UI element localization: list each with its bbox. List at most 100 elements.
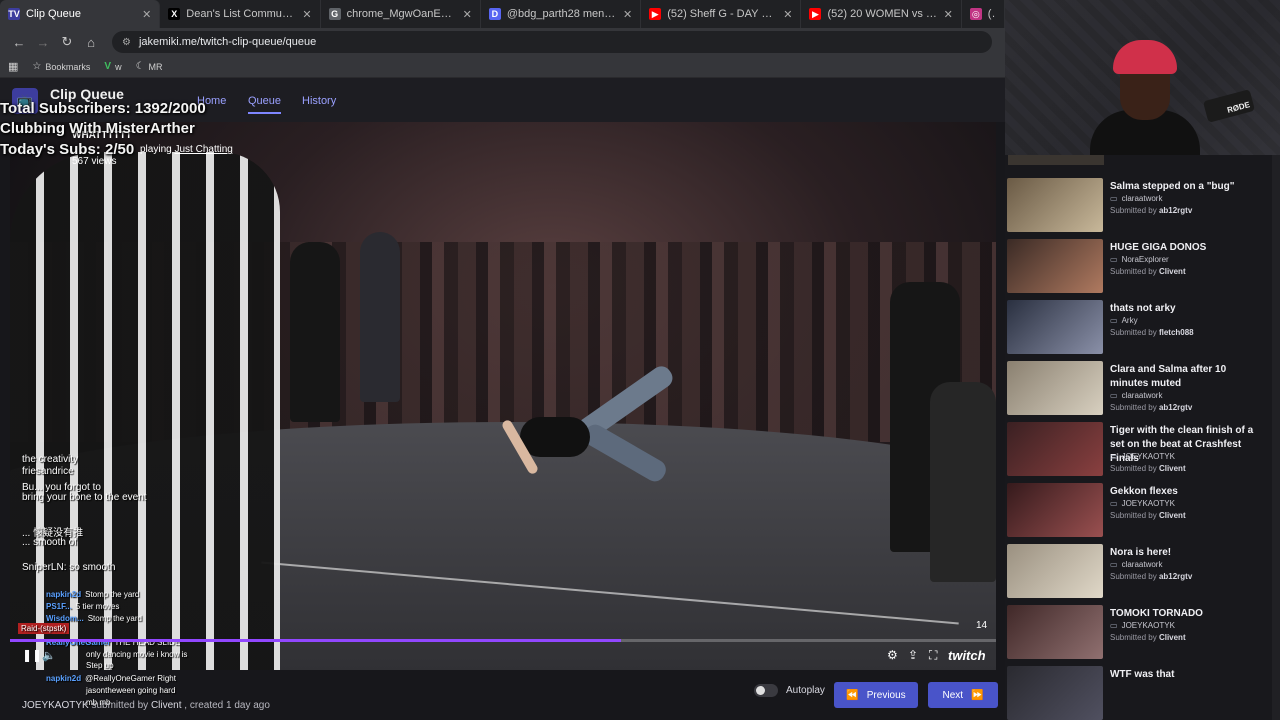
queue-item-submitter: Submitted by Clivent	[1110, 633, 1186, 642]
close-tab-icon[interactable]: ✕	[944, 8, 953, 21]
chat-bubble-icon: ▭	[1110, 391, 1118, 400]
close-tab-icon[interactable]: ✕	[783, 8, 792, 21]
queue-scrollbar[interactable]	[1272, 155, 1280, 720]
clip-queue-list: Salma stepped on a "bug" ▭ claraatwork Subm…	[1005, 155, 1280, 720]
bookmark-item[interactable]: ☆ Bookmarks	[32, 61, 90, 72]
queue-thumbnail[interactable]	[1007, 239, 1103, 293]
queue-item-title: HUGE GIGA DONOS	[1110, 242, 1207, 253]
queue-thumbnail[interactable]	[1007, 666, 1103, 720]
queue-item[interactable]: Gekkon flexes ▭ JOEYKAOTYK Submitted by Cli…	[1007, 483, 1272, 541]
nav-queue[interactable]: Queue	[248, 95, 282, 114]
queue-item[interactable]: Nora is here! ▭ claraatwork Submitted by ab…	[1007, 544, 1272, 602]
browser-toolbar: ← → ↻ ⌂ ⚙ jakemiki.me/twitch-clip-queue/…	[0, 28, 1005, 56]
chat-bubble-icon: ▭	[1110, 255, 1118, 264]
queue-item[interactable]: HUGE GIGA DONOS ▭ NoraExplorer Submitted by…	[1007, 239, 1272, 297]
queue-item-title: thats not arky	[1110, 303, 1176, 314]
chat-text: Stomp the yard	[85, 590, 140, 599]
chat-text: @ReallyOneGamer Right	[85, 674, 176, 683]
queue-item[interactable]: Tiger with the clean finish of a set on …	[1007, 422, 1272, 480]
queue-thumbnail[interactable]	[1007, 483, 1103, 537]
tab-title: (52) Sheff G - DAY N NITE Free	[667, 8, 777, 20]
close-tab-icon[interactable]: ✕	[623, 8, 632, 21]
chat-message: only dancing movie i know is	[86, 650, 187, 659]
fullscreen-icon[interactable]: ⛶	[929, 648, 937, 663]
chat-message: friesandrice	[22, 466, 74, 477]
queue-thumbnail[interactable]	[1007, 544, 1103, 598]
browser-tab[interactable]: Gchrome_MgwOanE3w5.png (42 ✕	[321, 0, 481, 28]
category-link[interactable]: Just Chatting	[174, 144, 232, 155]
queue-item-channel: ▭ claraatwork	[1110, 391, 1163, 400]
star-icon: ☆	[32, 61, 42, 72]
browser-tabstrip: TV Clip Queue ✕ X Dean's List Community / X ✕…	[0, 0, 1005, 28]
chat-bubble-icon: ▭	[1110, 452, 1118, 461]
progress-bar[interactable]	[10, 639, 996, 642]
clip-channel[interactable]: JOEYKAOTYK	[22, 700, 89, 711]
subs-today-overlay: Today's Subs: 2/50	[0, 141, 135, 158]
next-button[interactable]: Next ⏩	[928, 682, 998, 708]
queue-item[interactable]: WTF was that	[1007, 666, 1272, 720]
chat-text: jasontheween going hard	[86, 686, 176, 695]
queue-item-submitter: Submitted by Clivent	[1110, 267, 1186, 276]
browser-tab[interactable]: ▶ (52) Sheff G - DAY N NITE Free ✕	[641, 0, 802, 28]
settings-icon[interactable]: ⚙	[887, 648, 898, 662]
chat-username: napkin2d	[46, 590, 82, 599]
queue-thumbnail[interactable]	[1007, 178, 1103, 232]
queue-item-partial[interactable]	[1008, 155, 1104, 165]
close-tab-icon[interactable]: ✕	[463, 8, 472, 21]
previous-button[interactable]: ⏪ Previous	[834, 682, 918, 708]
tab-title: Clip Queue	[26, 8, 82, 20]
video-player[interactable]	[10, 122, 996, 670]
browser-tab[interactable]: ◎ (9	[962, 0, 1005, 28]
queue-item[interactable]: TOMOKI TORNADO ▭ JOEYKAOTYK Submitted by Cl…	[1007, 605, 1272, 663]
queue-thumbnail[interactable]	[1007, 300, 1103, 354]
queue-item-title: Gekkon flexes	[1110, 486, 1178, 497]
volume-icon[interactable]: 🔈	[42, 649, 56, 662]
bookmark-item[interactable]: Vw	[104, 61, 121, 72]
url-text: jakemiki.me/twitch-clip-queue/queue	[138, 36, 317, 48]
clip-category-line: playing Just Chatting	[140, 144, 233, 155]
chat-username: Wisdom...	[46, 614, 84, 623]
queue-item[interactable]: thats not arky ▭ Arky Submitted by fletch08…	[1007, 300, 1272, 358]
queue-item-title: Nora is here!	[1110, 547, 1172, 558]
back-icon[interactable]: ←	[8, 31, 30, 53]
apps-icon[interactable]: ▦	[8, 60, 18, 73]
autoplay-toggle[interactable]	[754, 684, 778, 697]
home-icon[interactable]: ⌂	[80, 31, 102, 53]
clip-submitter[interactable]: Clivent	[151, 700, 182, 711]
tab-title: (52) 20 WOMEN vs 2 SIDEMEN	[827, 8, 937, 20]
queue-item-channel: ▭ JOEYKAOTYK	[1110, 452, 1175, 461]
chat-bubble-icon: ▭	[1110, 560, 1118, 569]
address-bar[interactable]: ⚙ jakemiki.me/twitch-clip-queue/queue	[112, 31, 992, 53]
bookmark-item[interactable]: ☾ MR	[136, 61, 163, 72]
tab-favicon-icon: D	[488, 8, 501, 20]
rewind-icon: ⏪	[846, 689, 859, 701]
pause-icon[interactable]: ❚❚	[22, 648, 42, 662]
browser-tab[interactable]: TV Clip Queue ✕	[0, 0, 161, 28]
queue-item[interactable]: Salma stepped on a "bug" ▭ claraatwork Subm…	[1007, 178, 1272, 236]
queue-thumbnail[interactable]	[1007, 361, 1103, 415]
queue-thumbnail[interactable]	[1007, 422, 1103, 476]
bookmarks-bar: ▦ ☆ Bookmarks Vw ☾ MR	[0, 56, 1005, 78]
queue-item-submitter: Submitted by Clivent	[1110, 464, 1186, 473]
browser-tab[interactable]: D @bdg_parth28 mentioned ✕	[481, 0, 642, 28]
chat-message: napkin2d @ReallyOneGamer Right	[46, 674, 176, 683]
share-icon[interactable]: ⇪	[908, 648, 918, 662]
twitch-logo[interactable]: twitch	[948, 648, 986, 663]
browser-tab[interactable]: ▶ (52) 20 WOMEN vs 2 SIDEMEN ✕	[801, 0, 962, 28]
close-tab-icon[interactable]: ✕	[142, 8, 151, 21]
queue-item-channel: ▭ NoraExplorer	[1110, 255, 1169, 264]
forward-icon[interactable]: →	[32, 31, 54, 53]
tab-title: (9	[987, 8, 996, 20]
browser-tab[interactable]: X Dean's List Community / X ✕	[160, 0, 321, 28]
clip-queue-app: 📺 Clip Queue Home Queue History WHATTTTT…	[0, 78, 1005, 720]
nav-history[interactable]: History	[302, 95, 336, 107]
site-info-icon[interactable]: ⚙	[122, 37, 131, 48]
subs-total-overlay: Total Subscribers: 1392/2000	[0, 100, 206, 117]
queue-item-channel: ▭ JOEYKAOTYK	[1110, 499, 1175, 508]
queue-item[interactable]: Clara and Salma after 10 minutes muted ▭ c…	[1007, 361, 1272, 419]
chat-message: the creativity	[22, 454, 79, 465]
close-tab-icon[interactable]: ✕	[302, 8, 311, 21]
queue-thumbnail[interactable]	[1007, 605, 1103, 659]
queue-item-submitter: Submitted by fletch088	[1110, 328, 1194, 337]
reload-icon[interactable]: ↻	[56, 31, 78, 53]
